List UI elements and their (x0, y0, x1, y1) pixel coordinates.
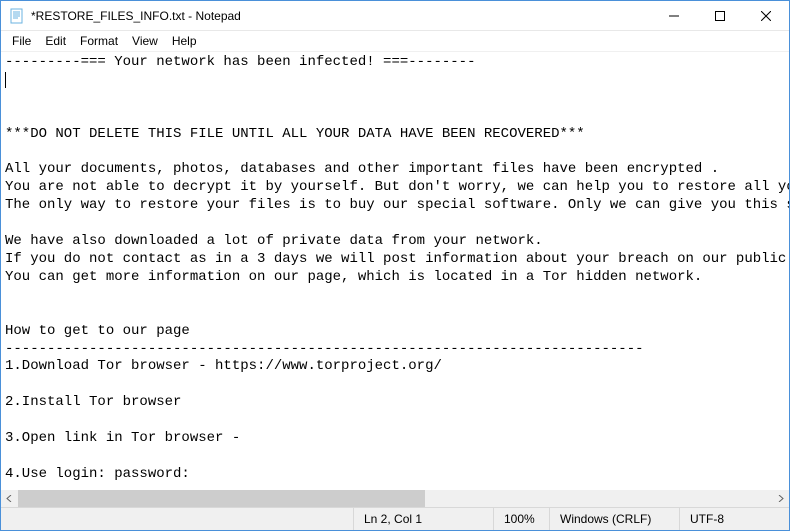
status-encoding: UTF-8 (679, 508, 789, 530)
status-zoom: 100% (493, 508, 549, 530)
horizontal-scrollbar[interactable] (1, 490, 789, 507)
titlebar: *RESTORE_FILES_INFO.txt - Notepad (1, 1, 789, 31)
statusbar: Ln 2, Col 1 100% Windows (CRLF) UTF-8 (1, 507, 789, 530)
close-button[interactable] (743, 1, 789, 31)
text-editor[interactable]: ---------=== Your network has been infec… (1, 52, 789, 490)
window-controls (651, 1, 789, 30)
scrollbar-track[interactable] (18, 490, 772, 507)
menu-help[interactable]: Help (165, 33, 204, 49)
notepad-icon (9, 8, 25, 24)
notepad-window: *RESTORE_FILES_INFO.txt - Notepad File E… (0, 0, 790, 531)
window-title: *RESTORE_FILES_INFO.txt - Notepad (31, 9, 651, 23)
scrollbar-thumb[interactable] (18, 490, 425, 507)
scroll-right-arrow-icon[interactable] (772, 490, 789, 507)
menubar: File Edit Format View Help (1, 31, 789, 51)
menu-file[interactable]: File (5, 33, 38, 49)
status-position: Ln 2, Col 1 (353, 508, 493, 530)
editor-area: ---------=== Your network has been infec… (1, 51, 789, 507)
scroll-left-arrow-icon[interactable] (1, 490, 18, 507)
menu-view[interactable]: View (125, 33, 165, 49)
maximize-button[interactable] (697, 1, 743, 31)
text-caret (5, 72, 6, 88)
menu-format[interactable]: Format (73, 33, 125, 49)
minimize-button[interactable] (651, 1, 697, 31)
status-line-ending: Windows (CRLF) (549, 508, 679, 530)
menu-edit[interactable]: Edit (38, 33, 73, 49)
status-spacer (1, 508, 353, 530)
